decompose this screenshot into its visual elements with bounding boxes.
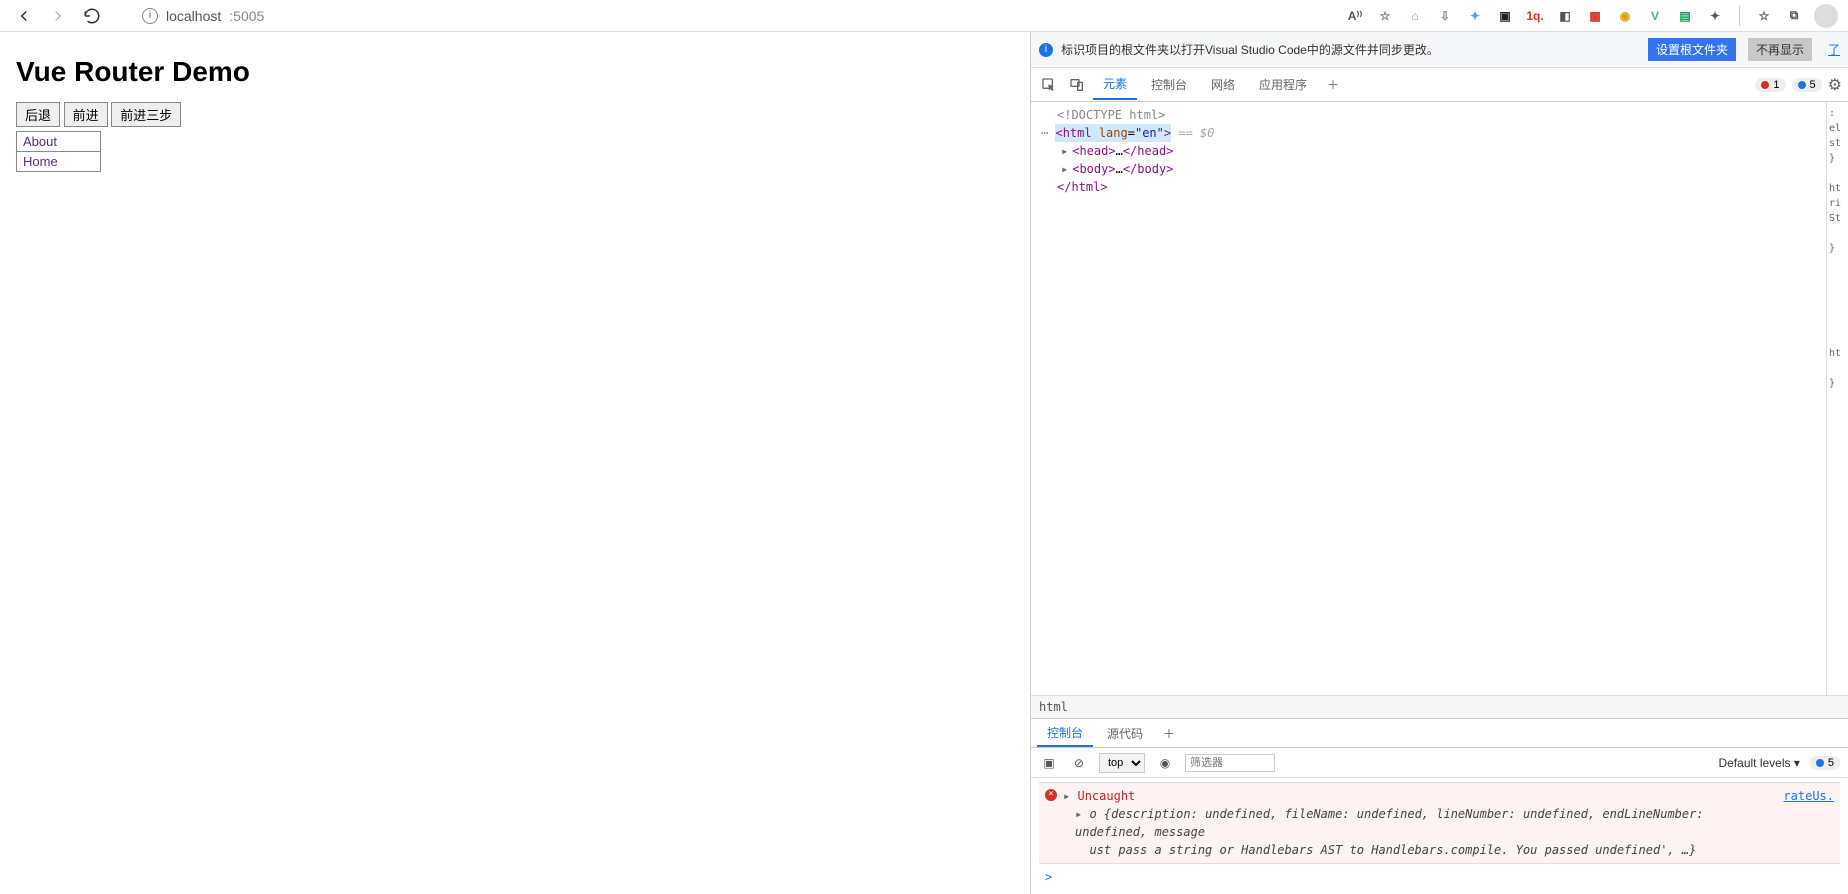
ext-icon-oneq[interactable]: 1q. <box>1525 6 1545 26</box>
devtools-panel: i 标识项目的根文件夹以打开Visual Studio Code中的源文件并同步… <box>1030 32 1848 894</box>
tab-network[interactable]: 网络 <box>1201 70 1245 99</box>
issues-badge[interactable]: 5 <box>1810 756 1840 770</box>
device-icon[interactable] <box>1065 73 1089 97</box>
html-close-line[interactable]: </html> <box>1041 178 1816 196</box>
html-open-line[interactable]: ⋯ <html lang="en"> == $0 <box>1041 124 1816 142</box>
notification-link[interactable]: 了 <box>1828 41 1840 58</box>
tab-elements[interactable]: 元素 <box>1093 69 1137 100</box>
doctype-line[interactable]: <!DOCTYPE html> <box>1041 106 1816 124</box>
gear-icon[interactable]: ⚙ <box>1828 75 1842 95</box>
eye-icon[interactable]: ◉ <box>1155 753 1175 773</box>
clear-console-icon[interactable]: ⊘ <box>1069 753 1089 773</box>
ext-icon-ext[interactable]: ✦ <box>1705 6 1725 26</box>
ext-icon-grid[interactable]: ▣ <box>1495 6 1515 26</box>
inspect-icon[interactable] <box>1037 73 1061 97</box>
forward-demo-button[interactable]: 前进 <box>64 102 108 127</box>
ext-icon-toggle[interactable]: ◧ <box>1555 6 1575 26</box>
console-body: × ▸ Uncaught ▸ o {description: undefined… <box>1031 778 1848 894</box>
drawer-tab-sources[interactable]: 源代码 <box>1097 721 1153 746</box>
error-badge[interactable]: 1 <box>1755 78 1785 92</box>
console-toolbar: ▣ ⊘ top ◉ Default levels ▾ 5 <box>1031 748 1848 778</box>
browser-toolbar: i localhost :5005 A⁾⁾ ☆ ⌂ ⇩ ✦ ▣ 1q. ◧ ▩ ◉ V ▤ ✦ ☆ ⧉ <box>0 0 1848 32</box>
sidebar-toggle-icon[interactable]: ▣ <box>1039 753 1059 773</box>
about-link[interactable]: About <box>23 134 57 149</box>
back-demo-button[interactable]: 后退 <box>16 102 60 127</box>
ext-icon-idm[interactable]: ◉ <box>1615 6 1635 26</box>
add-tab-icon[interactable]: ＋ <box>1321 73 1345 97</box>
devtools-notification: i 标识项目的根文件夹以打开Visual Studio Code中的源文件并同步… <box>1031 32 1848 68</box>
ext-icon-sheet[interactable]: ▤ <box>1675 6 1695 26</box>
nav-table: About Home <box>16 131 101 172</box>
url-port: :5005 <box>229 8 264 24</box>
page-title: Vue Router Demo <box>16 56 1014 88</box>
read-aloud-icon[interactable]: A⁾⁾ <box>1345 6 1365 26</box>
dom-tree[interactable]: <!DOCTYPE html> ⋯ <html lang="en"> == $0… <box>1031 102 1826 695</box>
back-button[interactable] <box>10 2 38 30</box>
body-line[interactable]: ▸<body>…</body> <box>1041 160 1816 178</box>
levels-select[interactable]: Default levels ▾ <box>1718 756 1799 770</box>
error-icon: × <box>1045 789 1057 801</box>
home-link[interactable]: Home <box>23 154 58 169</box>
collections-icon[interactable]: ⧉ <box>1784 6 1804 26</box>
tab-application[interactable]: 应用程序 <box>1249 70 1317 99</box>
favorite-icon[interactable]: ☆ <box>1375 6 1395 26</box>
breadcrumb[interactable]: html <box>1031 695 1848 718</box>
drawer-tab-console[interactable]: 控制台 <box>1037 720 1093 747</box>
dont-show-button[interactable]: 不再显示 <box>1748 38 1812 61</box>
ext-icon-redbox[interactable]: ▩ <box>1585 6 1605 26</box>
url-host: localhost <box>166 8 221 24</box>
warning-badge[interactable]: 5 <box>1792 78 1822 92</box>
ext-icon-vue[interactable]: V <box>1645 6 1665 26</box>
console-prompt[interactable]: > <box>1039 864 1840 890</box>
button-row: 后退 前进 前进三步 <box>16 102 1014 127</box>
head-line[interactable]: ▸<head>…</head> <box>1041 142 1816 160</box>
ext-icon-bilibili[interactable]: ⌂ <box>1405 6 1425 26</box>
console-error-row[interactable]: × ▸ Uncaught ▸ o {description: undefined… <box>1039 782 1840 864</box>
filter-input[interactable] <box>1185 754 1275 772</box>
error-source-link[interactable]: rateUs. <box>1783 787 1834 859</box>
forward-button[interactable] <box>44 2 72 30</box>
site-info-icon[interactable]: i <box>142 8 158 24</box>
styles-strip: : el st } ht ri St } ht } <box>1826 102 1848 695</box>
avatar[interactable] <box>1814 4 1838 28</box>
forward3-demo-button[interactable]: 前进三步 <box>111 102 181 127</box>
add-drawer-tab-icon[interactable]: ＋ <box>1157 721 1181 745</box>
tab-console[interactable]: 控制台 <box>1141 70 1197 99</box>
set-root-folder-button[interactable]: 设置根文件夹 <box>1648 38 1736 61</box>
address-bar[interactable]: i localhost :5005 <box>142 8 264 24</box>
notification-text: 标识项目的根文件夹以打开Visual Studio Code中的源文件并同步更改… <box>1061 41 1636 58</box>
console-drawer-tabs: 控制台 源代码 ＋ <box>1031 718 1848 748</box>
devtools-tabs: 元素 控制台 网络 应用程序 ＋ 1 5 ⚙ <box>1031 68 1848 102</box>
info-icon: i <box>1039 43 1053 57</box>
toolbar-right: A⁾⁾ ☆ ⌂ ⇩ ✦ ▣ 1q. ◧ ▩ ◉ V ▤ ✦ ☆ ⧉ <box>1345 4 1838 28</box>
ext-icon-feiliao[interactable]: ✦ <box>1465 6 1485 26</box>
page-content: Vue Router Demo 后退 前进 前进三步 About Home <box>0 32 1030 894</box>
ext-icon-download[interactable]: ⇩ <box>1435 6 1455 26</box>
fav-collections-icon[interactable]: ☆ <box>1754 6 1774 26</box>
context-select[interactable]: top <box>1099 753 1145 773</box>
refresh-button[interactable] <box>78 2 106 30</box>
